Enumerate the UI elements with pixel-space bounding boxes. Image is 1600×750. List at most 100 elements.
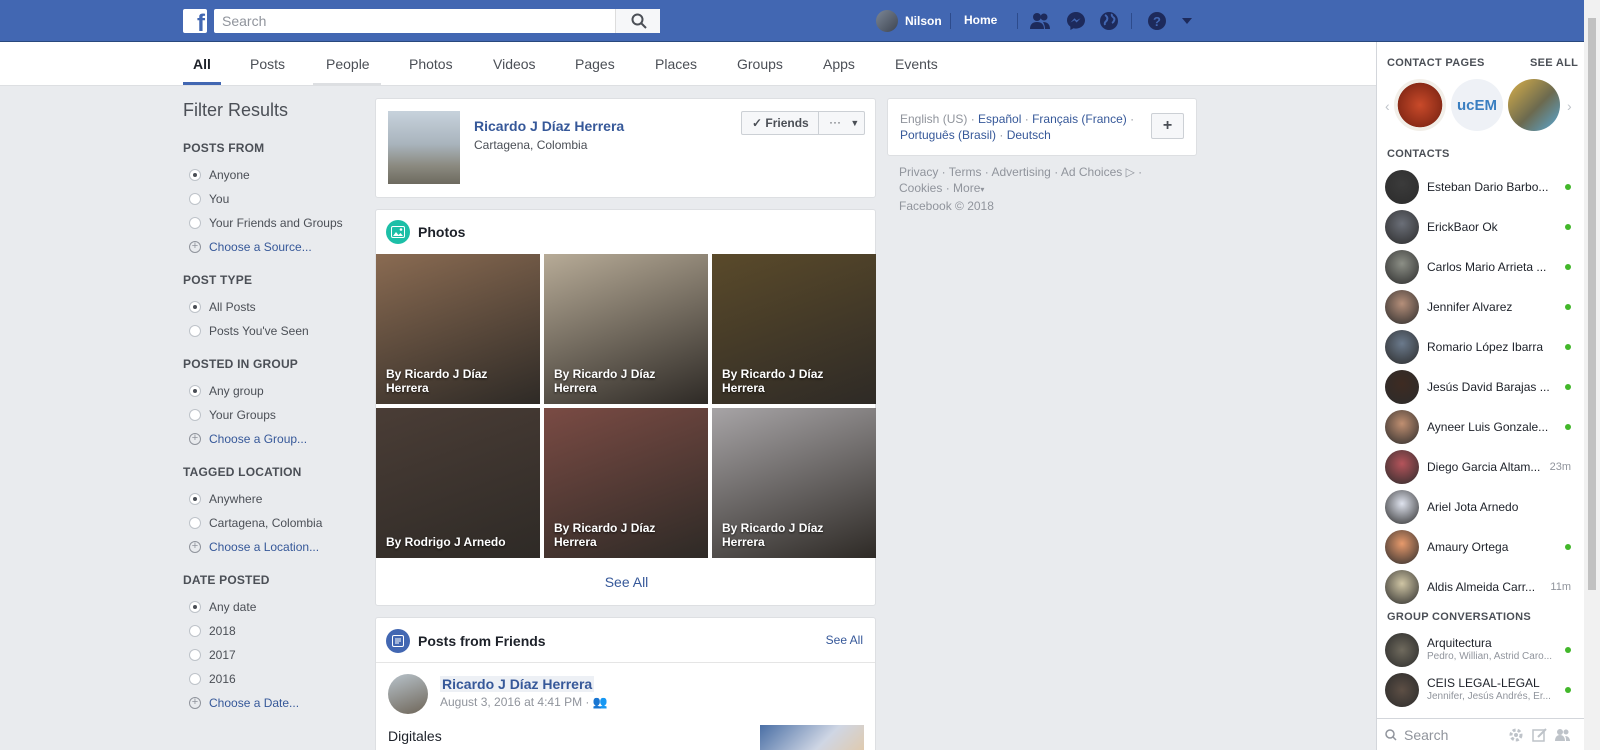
- plus-circle-icon[interactable]: +: [189, 541, 201, 553]
- facebook-logo-icon[interactable]: f: [183, 9, 207, 33]
- filter-option[interactable]: Your Groups: [183, 403, 353, 427]
- tab-posts[interactable]: Posts: [250, 56, 285, 72]
- radio-button[interactable]: [189, 409, 201, 421]
- contact-list-item[interactable]: Amaury Ortega: [1385, 528, 1585, 566]
- footer-link[interactable]: Ad Choices: [1061, 165, 1122, 179]
- person-name-link[interactable]: Ricardo J Díaz Herrera: [474, 118, 624, 134]
- chevron-left-icon[interactable]: ‹: [1385, 98, 1390, 114]
- photo-tile[interactable]: By Ricardo J Díaz Herrera: [544, 254, 708, 404]
- contact-list-item[interactable]: Jennifer Alvarez: [1385, 288, 1585, 326]
- tab-videos[interactable]: Videos: [493, 56, 536, 72]
- contact-page-thumbnail[interactable]: [1394, 79, 1446, 131]
- filter-option[interactable]: Any group: [183, 379, 353, 403]
- filter-option[interactable]: 2018: [183, 619, 353, 643]
- tab-events[interactable]: Events: [895, 56, 938, 72]
- language-link[interactable]: Español: [978, 112, 1021, 126]
- plus-circle-icon[interactable]: +: [189, 433, 201, 445]
- help-icon[interactable]: ?: [1147, 11, 1167, 31]
- filter-choose-link[interactable]: + Choose a Group...: [183, 427, 353, 451]
- filter-option[interactable]: Posts You've Seen: [183, 319, 353, 343]
- friends-button[interactable]: ✓ Friends: [741, 111, 819, 135]
- account-menu-chevron-down-icon[interactable]: [1180, 14, 1194, 28]
- scrollbar-thumb[interactable]: [1588, 18, 1596, 590]
- tab-pages[interactable]: Pages: [575, 56, 615, 72]
- photo-tile[interactable]: By Ricardo J Díaz Herrera: [712, 254, 876, 404]
- filter-option[interactable]: 2016: [183, 667, 353, 691]
- footer-link[interactable]: Cookies: [899, 181, 942, 195]
- contact-list-item[interactable]: Aldis Almeida Carr... 11m: [1385, 568, 1585, 606]
- tab-people[interactable]: People: [326, 56, 370, 72]
- radio-button[interactable]: [189, 493, 201, 505]
- contact-list-item[interactable]: Romario López Ibarra: [1385, 328, 1585, 366]
- profile-link[interactable]: Nilson: [876, 10, 942, 32]
- post-author-avatar[interactable]: [388, 674, 428, 714]
- language-link[interactable]: Deutsch: [1007, 128, 1051, 142]
- tab-photos[interactable]: Photos: [409, 56, 453, 72]
- filter-option[interactable]: Cartagena, Colombia: [183, 511, 353, 535]
- photo-tile[interactable]: By Rodrigo J Arnedo: [376, 408, 540, 558]
- filter-option[interactable]: Anyone: [183, 163, 353, 187]
- tab-apps[interactable]: Apps: [823, 56, 855, 72]
- filter-option[interactable]: Anywhere: [183, 487, 353, 511]
- radio-button[interactable]: [189, 193, 201, 205]
- filter-option[interactable]: 2017: [183, 643, 353, 667]
- radio-button[interactable]: [189, 169, 201, 181]
- plus-circle-icon[interactable]: +: [189, 697, 201, 709]
- more-options-button[interactable]: ··· ▼: [819, 111, 865, 135]
- group-conversation-item[interactable]: CEIS LEGAL-LEGAL Jennifer, Jesús Andrés, …: [1385, 671, 1585, 709]
- filter-option[interactable]: Your Friends and Groups: [183, 211, 353, 235]
- filter-choose-link[interactable]: + Choose a Date...: [183, 691, 353, 715]
- radio-button[interactable]: [189, 217, 201, 229]
- group-conversation-item[interactable]: Arquitectura Pedro, Willian, Astrid Caro.…: [1385, 631, 1585, 669]
- search-input[interactable]: Search: [214, 9, 660, 33]
- radio-button[interactable]: [189, 517, 201, 529]
- radio-button[interactable]: [189, 673, 201, 685]
- messenger-icon[interactable]: [1066, 11, 1086, 31]
- post-timestamp[interactable]: August 3, 2016 at 4:41 PM · 👥: [440, 695, 608, 709]
- home-link[interactable]: Home: [964, 13, 997, 27]
- contact-list-item[interactable]: Jesús David Barajas ...: [1385, 368, 1585, 406]
- tab-places[interactable]: Places: [655, 56, 697, 72]
- contact-list-item[interactable]: Ariel Jota Arnedo: [1385, 488, 1585, 526]
- radio-button[interactable]: [189, 325, 201, 337]
- footer-link[interactable]: More: [953, 181, 980, 195]
- language-link[interactable]: Português (Brasil): [900, 128, 996, 142]
- filter-choose-link[interactable]: + Choose a Location...: [183, 535, 353, 559]
- filter-choose-link[interactable]: + Choose a Source...: [183, 235, 353, 259]
- notifications-globe-icon[interactable]: [1099, 11, 1119, 31]
- gear-icon[interactable]: [1508, 727, 1524, 743]
- add-language-button[interactable]: +: [1151, 113, 1184, 139]
- contact-list-item[interactable]: Diego Garcia Altam... 23m: [1385, 448, 1585, 486]
- radio-button[interactable]: [189, 649, 201, 661]
- contact-pages-see-all-link[interactable]: SEE ALL: [1530, 57, 1578, 69]
- post-image[interactable]: [760, 725, 864, 750]
- contact-list-item[interactable]: Ayneer Luis Gonzale...: [1385, 408, 1585, 446]
- page-scrollbar[interactable]: [1584, 0, 1600, 750]
- radio-button[interactable]: [189, 385, 201, 397]
- radio-button[interactable]: [189, 625, 201, 637]
- footer-link[interactable]: Privacy: [899, 165, 938, 179]
- filter-option[interactable]: You: [183, 187, 353, 211]
- friend-requests-icon[interactable]: [1030, 11, 1050, 31]
- photos-see-all-link[interactable]: See All: [376, 574, 877, 590]
- contact-page-thumbnail[interactable]: ucEM: [1451, 79, 1503, 131]
- filter-option[interactable]: Any date: [183, 595, 353, 619]
- tab-groups[interactable]: Groups: [737, 56, 783, 72]
- posts-see-all-link[interactable]: See All: [826, 633, 863, 647]
- contact-list-item[interactable]: Esteban Dario Barbo...: [1385, 168, 1585, 206]
- tab-all[interactable]: All: [193, 56, 211, 72]
- contact-list-item[interactable]: Carlos Mario Arrieta ...: [1385, 248, 1585, 286]
- footer-link[interactable]: Advertising: [991, 165, 1050, 179]
- photo-tile[interactable]: By Ricardo J Díaz Herrera: [544, 408, 708, 558]
- radio-button[interactable]: [189, 301, 201, 313]
- new-group-icon[interactable]: [1555, 727, 1571, 743]
- compose-message-icon[interactable]: [1532, 727, 1548, 743]
- plus-circle-icon[interactable]: +: [189, 241, 201, 253]
- photo-tile[interactable]: By Ricardo J Díaz Herrera: [712, 408, 876, 558]
- chevron-right-icon[interactable]: ›: [1567, 98, 1572, 114]
- photo-tile[interactable]: By Ricardo J Díaz Herrera: [376, 254, 540, 404]
- person-photo[interactable]: [388, 111, 460, 184]
- radio-button[interactable]: [189, 601, 201, 613]
- language-link[interactable]: Français (France): [1032, 112, 1127, 126]
- chat-search-input[interactable]: Search: [1404, 727, 1448, 743]
